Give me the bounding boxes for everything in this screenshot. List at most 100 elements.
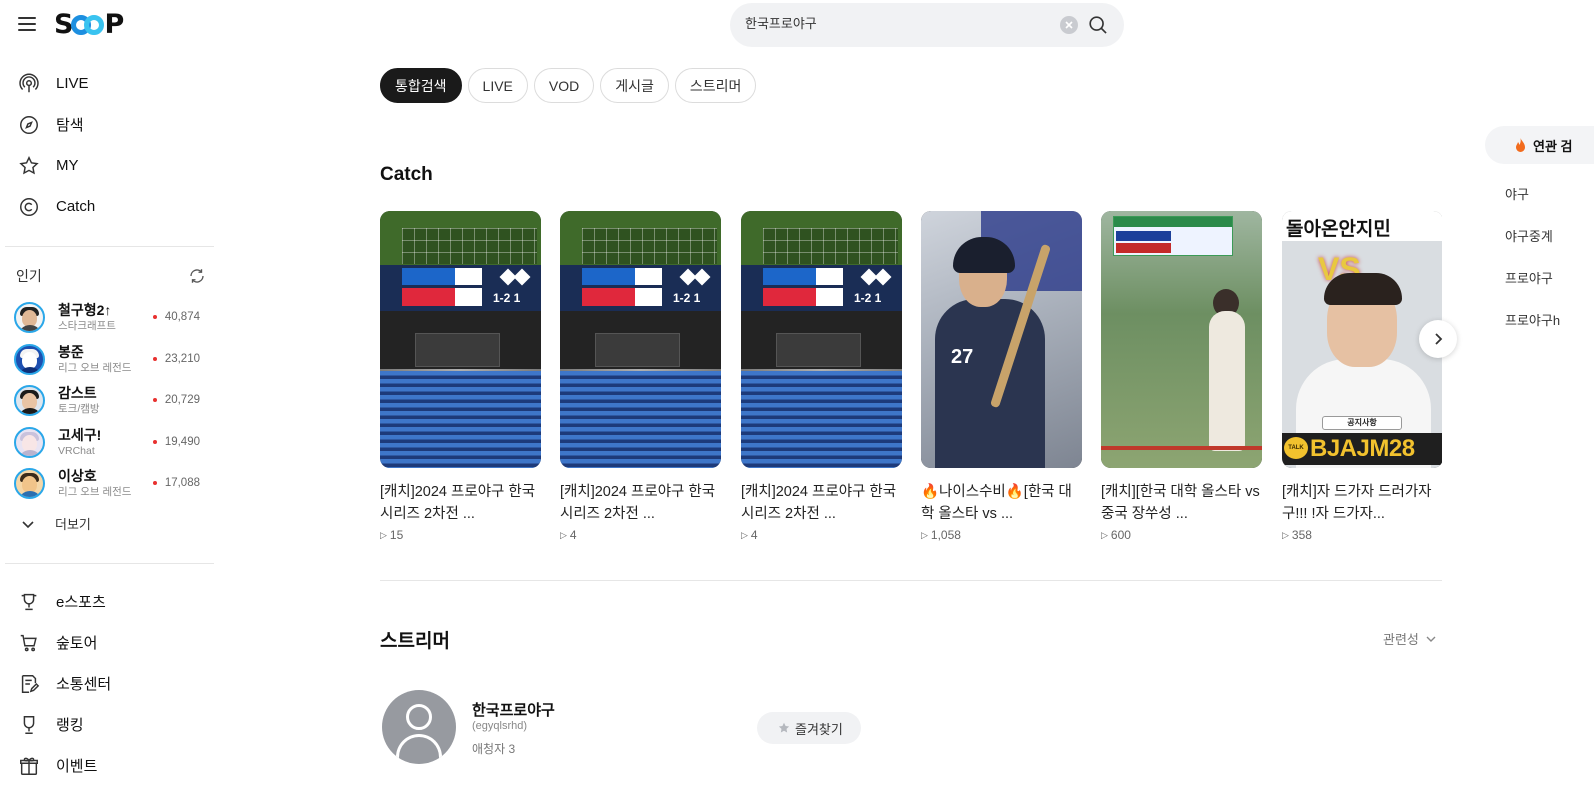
nav-item-explore[interactable]: 탐색 [0, 104, 216, 145]
streamer-result-name[interactable]: 한국프로야구 [472, 699, 555, 720]
nav-item-my[interactable]: MY [0, 145, 216, 186]
nav-label: 소통센터 [56, 676, 112, 693]
favorite-button[interactable]: 즐겨찾기 [757, 712, 861, 744]
streamer-avatar[interactable] [382, 690, 456, 764]
streamer-category: 스타크래프트 [58, 320, 116, 333]
catch-card[interactable]: [캐치][한국 대학 올스타 vs 중국 장쑤성 ... ▷ 600 [1101, 211, 1262, 542]
chevron-down-icon [22, 520, 34, 528]
menu-icon[interactable] [18, 17, 36, 31]
viewer-count-value: 20,729 [164, 394, 200, 406]
view-count: 15 [389, 528, 404, 542]
popular-streamer[interactable]: 고세구! VRChat 19,490 [14, 422, 208, 464]
search-icon[interactable] [1087, 14, 1109, 36]
nav-item-community[interactable]: 소통센터 [0, 663, 216, 704]
related-item[interactable]: 야구 [1505, 184, 1560, 226]
trophy-icon [21, 593, 37, 610]
cart-icon [20, 634, 37, 651]
popular-list: 철구형2↑ 스타크래프트 40,874 봉준 리그 오브 레전드 23,210 감스… [14, 297, 208, 505]
streamer-section-title: 스트리머 [380, 631, 450, 652]
catch-card[interactable]: 1-2 1 [캐치]2024 프로야구 한국시리즈 2차전 ... ▷ 15 [380, 211, 541, 542]
nav-item-live[interactable]: LIVE [0, 63, 216, 104]
nav-label: Catch [56, 198, 96, 215]
nav-label: 랭킹 [56, 717, 84, 734]
streamer-category: 토크/캠방 [58, 403, 100, 416]
avatar [14, 385, 45, 417]
streamer-name: 감스트 [58, 385, 97, 402]
viewer-count: 20,729 [152, 394, 200, 406]
catch-section-title: Catch [380, 164, 433, 185]
viewer-count-value: 23,210 [164, 352, 200, 365]
nav-label: e스포츠 [56, 594, 106, 611]
main-nav: LIVE 탐색 MY Catch [0, 63, 216, 227]
related-item[interactable]: 프로야구h [1505, 310, 1560, 352]
streamer-category: VRChat [58, 444, 95, 457]
sidebar-divider [5, 563, 214, 564]
viewer-count: 17,088 [152, 477, 200, 489]
catch-thumbnail: 1-2 1 [560, 211, 721, 468]
search-input[interactable] [745, 15, 1045, 30]
catch-card[interactable]: 돌아온안지민 VS 공지사항 BJAJM28 TALK [캐치]자 드가자 드러… [1282, 211, 1442, 542]
card-title[interactable]: [캐치]2024 프로야구 한국시리즈 2차전 ... [380, 481, 540, 525]
card-views: ▷ 600 [1101, 528, 1262, 542]
tab-vod[interactable]: VOD [533, 68, 595, 103]
popular-streamer[interactable]: 철구형2↑ 스타크래프트 40,874 [14, 297, 208, 339]
live-broadcast-icon [19, 73, 39, 92]
card-title[interactable]: 🔥나이스수비🔥[한국 대학 올스타 vs ... [921, 481, 1081, 525]
related-item[interactable]: 프로야구 [1505, 268, 1560, 310]
flame-icon [1516, 138, 1525, 152]
catch-card[interactable]: 27 🔥나이스수비🔥[한국 대학 올스타 vs ... ▷ 1,058 [921, 211, 1082, 542]
catch-carousel: 1-2 1 [캐치]2024 프로야구 한국시리즈 2차전 ... ▷ 15 1-… [380, 211, 1442, 551]
star-icon [19, 155, 39, 174]
card-title[interactable]: [캐치]2024 프로야구 한국시리즈 2차전 ... [560, 481, 720, 525]
catch-thumbnail: 27 [921, 211, 1082, 468]
tab-all[interactable]: 통합검색 [380, 68, 462, 103]
nav-item-store[interactable]: 숲토어 [0, 622, 216, 663]
carousel-next-button[interactable] [1419, 320, 1457, 358]
tab-streamers[interactable]: 스트리머 [674, 68, 757, 103]
card-views: ▷ 4 [741, 528, 902, 542]
popular-streamer[interactable]: 이상호 리그 오브 레전드 17,088 [14, 463, 208, 505]
catch-thumbnail [1101, 211, 1262, 468]
card-views: ▷ 358 [1282, 528, 1442, 542]
live-dot-icon [152, 439, 157, 444]
popular-streamer[interactable]: 봉준 리그 오브 레전드 23,210 [14, 339, 208, 381]
chevron-right-icon [1435, 333, 1443, 345]
nav-item-esports[interactable]: e스포츠 [0, 581, 216, 622]
catch-card[interactable]: 1-2 1 [캐치]2024 프로야구 한국시리즈 2차전 ... ▷ 4 [560, 211, 721, 542]
nav-label: 숲토어 [56, 635, 98, 652]
catch-thumbnail: 1-2 1 [380, 211, 541, 468]
clear-search-button[interactable] [1060, 16, 1078, 34]
live-dot-icon [152, 398, 157, 402]
related-item[interactable]: 야구중계 [1505, 226, 1560, 268]
more-button[interactable]: 더보기 [20, 514, 91, 533]
search-tabs: 통합검색 LIVE VOD 게시글 스트리머 [380, 68, 757, 103]
nav-item-ranking[interactable]: 랭킹 [0, 704, 216, 745]
refresh-icon[interactable] [188, 267, 206, 285]
logo-oo-mark [71, 13, 105, 37]
related-list: 야구 야구중계 프로야구 프로야구h [1505, 184, 1560, 352]
live-dot-icon [152, 356, 157, 361]
sort-label: 관련성 [1383, 632, 1419, 647]
cup-icon [23, 715, 35, 734]
popular-header: 인기 [16, 266, 206, 286]
nav-label: 탐색 [56, 117, 84, 134]
sort-dropdown[interactable]: 관련성 [1383, 629, 1437, 648]
tab-live[interactable]: LIVE [467, 68, 528, 103]
tab-posts[interactable]: 게시글 [600, 68, 669, 103]
search-bar [730, 3, 1124, 47]
logo[interactable]: S P [54, 9, 124, 40]
viewer-count-value: 40,874 [164, 311, 200, 323]
popular-streamer[interactable]: 감스트 토크/캠방 20,729 [14, 380, 208, 422]
card-title[interactable]: [캐치][한국 대학 올스타 vs 중국 장쑤성 ... [1101, 481, 1261, 525]
card-title[interactable]: [캐치]2024 프로야구 한국시리즈 2차전 ... [741, 481, 901, 525]
play-icon: ▷ [380, 529, 387, 540]
thumb-notice: 공지사항 [1322, 416, 1402, 430]
view-count: 4 [750, 528, 758, 542]
section-divider [380, 580, 1442, 581]
nav-item-event[interactable]: 이벤트 [0, 745, 216, 786]
nav-item-catch[interactable]: Catch [0, 186, 216, 227]
card-title[interactable]: [캐치]자 드가자 드러가자구!!! !자 드가자... [1282, 481, 1442, 525]
live-dot-icon [152, 481, 157, 485]
catch-card[interactable]: 1-2 1 [캐치]2024 프로야구 한국시리즈 2차전 ... ▷ 4 [741, 211, 902, 542]
view-count: 358 [1291, 528, 1312, 542]
